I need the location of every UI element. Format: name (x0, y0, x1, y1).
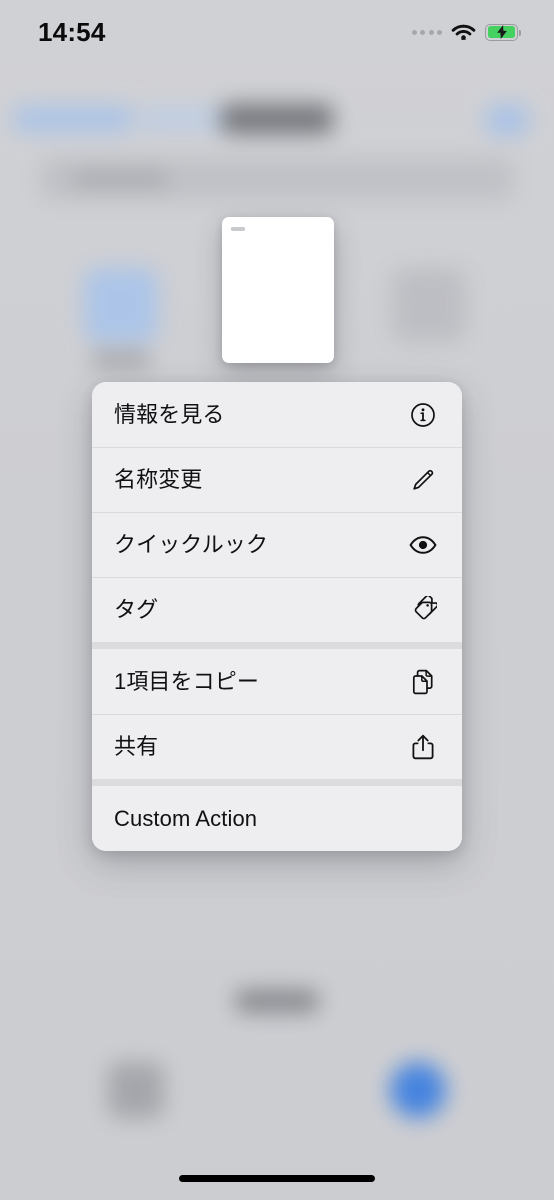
background-navigation-bar (0, 92, 554, 154)
menu-item-rename[interactable]: 名称変更 (92, 447, 462, 512)
background-back-button (14, 106, 132, 132)
tag-icon (408, 595, 438, 625)
menu-item-label: 情報を見る (114, 401, 225, 427)
menu-item-label: タグ (114, 596, 159, 622)
menu-item-custom-action[interactable]: Custom Action (92, 786, 462, 851)
background-file-label (92, 352, 150, 367)
menu-item-share[interactable]: 共有 (92, 714, 462, 779)
menu-item-label: 1項目をコピー (114, 668, 259, 694)
menu-item-label: 共有 (114, 733, 159, 759)
signal-dots-icon (411, 29, 442, 35)
menu-group-separator (92, 779, 462, 786)
info-circle-icon (408, 400, 438, 430)
background-bottom-title (236, 990, 318, 1012)
background-bottom-icon (108, 1062, 164, 1118)
status-bar: 14:54 (0, 0, 554, 64)
menu-item-label: クイックルック (114, 531, 269, 557)
menu-item-tags[interactable]: タグ (92, 577, 462, 642)
document-preview-thumbnail[interactable] (222, 217, 334, 363)
background-bottom-accent-button (390, 1062, 446, 1118)
context-menu[interactable]: 情報を見る 名称変更 クイックルック タグ 1項目をコピー 共有 Custom … (92, 382, 462, 851)
context-menu-group: Custom Action (92, 786, 462, 851)
home-indicator[interactable] (179, 1175, 375, 1182)
document-text-mark-icon (231, 227, 245, 231)
menu-item-label: 名称変更 (114, 466, 203, 492)
menu-item-label: Custom Action (114, 805, 258, 831)
context-menu-group: 1項目をコピー 共有 (92, 649, 462, 779)
menu-item-get-info[interactable]: 情報を見る (92, 382, 462, 447)
copy-documents-icon (408, 667, 438, 697)
eye-icon (408, 530, 438, 560)
background-file-tile (84, 268, 158, 342)
status-bar-indicators (411, 23, 522, 41)
battery-charging-icon (485, 23, 522, 41)
wifi-icon (451, 24, 476, 40)
background-action-button (486, 105, 528, 135)
status-bar-time: 14:54 (38, 16, 106, 47)
menu-group-separator (92, 642, 462, 649)
background-search-placeholder (72, 170, 168, 188)
phone-screen: 14:54 情報を見る 名称変更 クイックルック タグ 1項目をコピー 共有 C… (0, 0, 554, 1200)
menu-item-quick-look[interactable]: クイックルック (92, 512, 462, 577)
menu-item-copy[interactable]: 1項目をコピー (92, 649, 462, 714)
context-menu-group: 情報を見る 名称変更 クイックルック タグ (92, 382, 462, 642)
pencil-icon (408, 465, 438, 495)
share-icon (408, 732, 438, 762)
background-title (221, 104, 333, 134)
background-file-tile (392, 268, 466, 342)
